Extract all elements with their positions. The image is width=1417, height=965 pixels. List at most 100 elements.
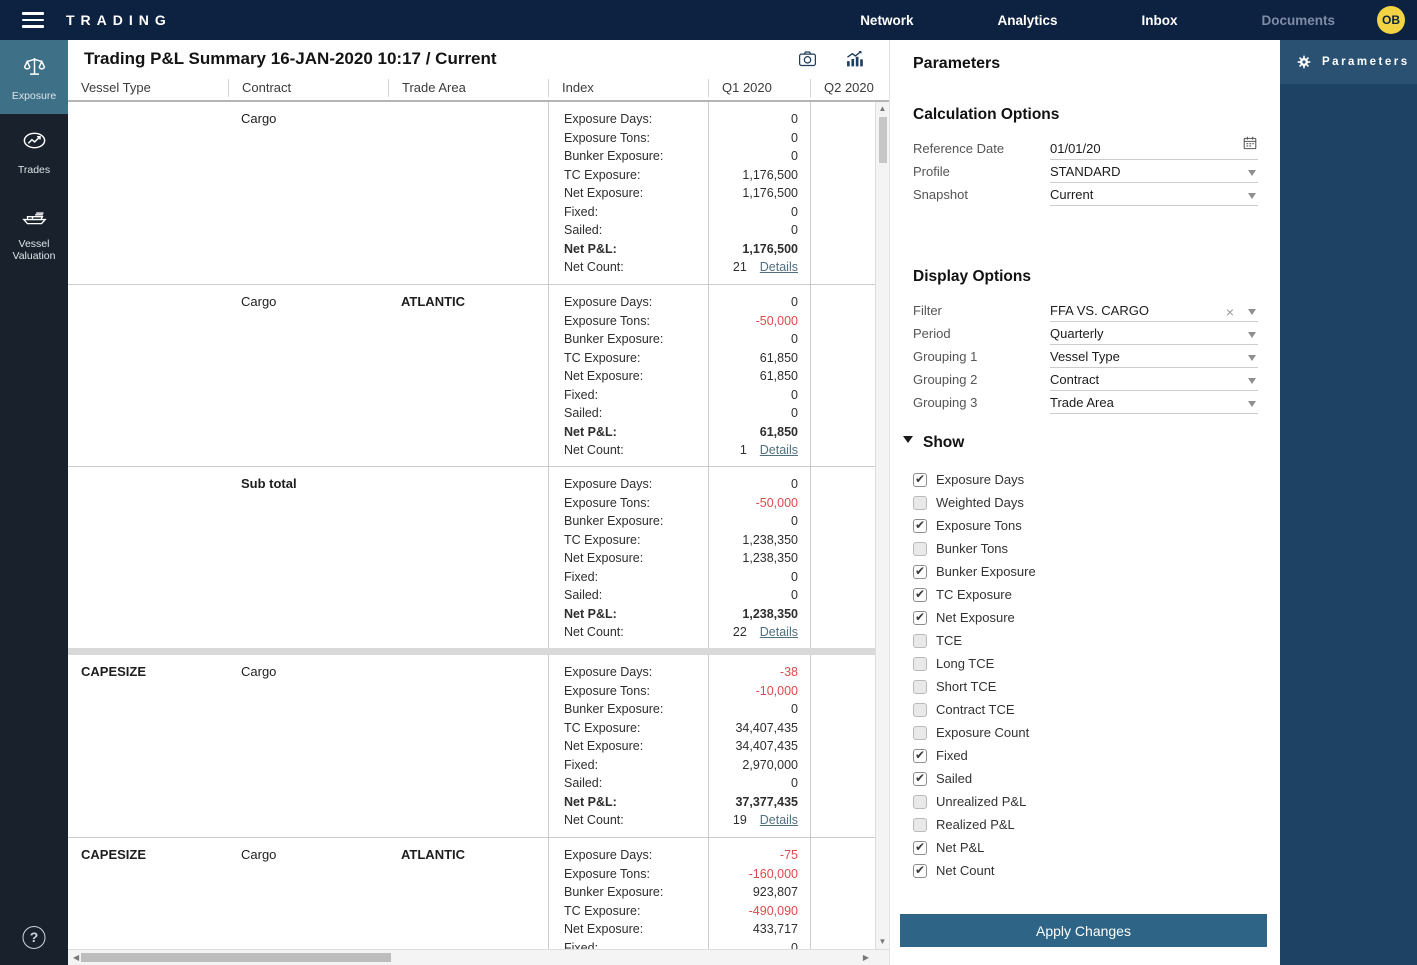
unchecked-checkbox-icon[interactable] bbox=[913, 633, 927, 648]
top-nav: Network Analytics Inbox Documents bbox=[818, 13, 1377, 28]
sidebar-item-trades[interactable]: Trades bbox=[0, 114, 68, 188]
checked-checkbox-icon[interactable] bbox=[913, 587, 927, 602]
field-control-grouping-3[interactable]: Trade Area bbox=[1050, 395, 1258, 414]
checkbox-sailed[interactable]: Sailed bbox=[913, 767, 1258, 790]
checked-checkbox-icon[interactable] bbox=[913, 771, 927, 786]
details-link[interactable]: Details bbox=[760, 811, 798, 830]
unchecked-checkbox-icon[interactable] bbox=[913, 702, 927, 717]
scroll-up-icon[interactable]: ▲ bbox=[876, 102, 889, 116]
field-control-profile[interactable]: STANDARD bbox=[1050, 164, 1258, 183]
contract-cell: Cargo bbox=[241, 111, 277, 126]
checkbox-label: Short TCE bbox=[936, 679, 997, 694]
scroll-down-icon[interactable]: ▼ bbox=[876, 935, 889, 949]
checked-checkbox-icon[interactable] bbox=[913, 518, 927, 533]
sidebar-item-exposure[interactable]: Exposure bbox=[0, 40, 68, 114]
checkbox-short-tce[interactable]: Short TCE bbox=[913, 675, 1258, 698]
checkbox-label: Unrealized P&L bbox=[936, 794, 1027, 809]
checkbox-exposure-count[interactable]: Exposure Count bbox=[913, 721, 1258, 744]
chevron-down-icon[interactable] bbox=[1248, 193, 1256, 199]
checkbox-net-exposure[interactable]: Net Exposure bbox=[913, 606, 1258, 629]
metric-label: Fixed: bbox=[564, 387, 599, 402]
unchecked-checkbox-icon[interactable] bbox=[913, 794, 927, 809]
unchecked-checkbox-icon[interactable] bbox=[913, 656, 927, 671]
metric-label: Exposure Days: bbox=[564, 848, 653, 862]
checkbox-weighted-days[interactable]: Weighted Days bbox=[913, 491, 1258, 514]
metric-value: 1,238,350 bbox=[742, 551, 798, 565]
vertical-scrollbar[interactable]: ▲ ▼ bbox=[875, 102, 889, 949]
chevron-down-icon[interactable] bbox=[1248, 401, 1256, 407]
unchecked-checkbox-icon[interactable] bbox=[913, 679, 927, 694]
field-control-grouping-1[interactable]: Vessel Type bbox=[1050, 349, 1258, 368]
vscroll-thumb[interactable] bbox=[878, 117, 887, 163]
unchecked-checkbox-icon[interactable] bbox=[913, 817, 927, 832]
scroll-left-icon[interactable]: ◀ bbox=[73, 950, 79, 965]
checked-checkbox-icon[interactable] bbox=[913, 863, 927, 878]
checkbox-bunker-tons[interactable]: Bunker Tons bbox=[913, 537, 1258, 560]
parameters-dock-tab[interactable]: Parameters bbox=[1280, 40, 1417, 84]
nav-inbox[interactable]: Inbox bbox=[1099, 13, 1219, 28]
checkbox-tce[interactable]: TCE bbox=[913, 629, 1258, 652]
clear-icon[interactable]: × bbox=[1226, 305, 1234, 319]
metric-label: Sailed: bbox=[564, 588, 603, 602]
metric-value: 1,176,500 bbox=[742, 241, 798, 256]
horizontal-scrollbar[interactable]: ◀ ▶ bbox=[68, 949, 889, 965]
nav-network[interactable]: Network bbox=[818, 13, 955, 28]
metric-value: 37,377,435 bbox=[735, 794, 798, 809]
trades-icon bbox=[21, 132, 48, 158]
details-link[interactable]: Details bbox=[760, 258, 798, 277]
metric-value: 0 bbox=[791, 477, 798, 491]
checkbox-exposure-days[interactable]: Exposure Days bbox=[913, 468, 1258, 491]
chevron-down-icon[interactable] bbox=[1248, 170, 1256, 176]
checkbox-net-count[interactable]: Net Count bbox=[913, 859, 1258, 882]
sidebar-item-label: Vessel Valuation bbox=[12, 238, 56, 262]
checkbox-bunker-exposure[interactable]: Bunker Exposure bbox=[913, 560, 1258, 583]
apply-changes-button[interactable]: Apply Changes bbox=[900, 914, 1267, 947]
chevron-down-icon[interactable] bbox=[1248, 378, 1256, 384]
checkbox-label: Contract TCE bbox=[936, 702, 1015, 717]
nav-documents[interactable]: Documents bbox=[1219, 13, 1377, 28]
metric-label: Net Exposure: bbox=[564, 922, 644, 936]
chevron-down-icon[interactable] bbox=[1248, 309, 1256, 315]
chevron-down-icon[interactable] bbox=[1248, 332, 1256, 338]
help-icon[interactable]: ? bbox=[22, 926, 46, 949]
chart-icon[interactable] bbox=[844, 48, 865, 69]
scroll-right-icon[interactable]: ▶ bbox=[863, 950, 869, 965]
sidebar-item-vessel-valuation[interactable]: Vessel Valuation bbox=[0, 188, 68, 274]
field-control-filter[interactable]: FFA VS. CARGO × bbox=[1050, 303, 1258, 322]
show-section-toggle[interactable]: Show bbox=[903, 434, 1258, 452]
menu-icon[interactable] bbox=[22, 8, 44, 32]
metric-label: TC Exposure: bbox=[564, 903, 641, 918]
metric-label: Net Exposure: bbox=[564, 186, 644, 200]
nav-analytics[interactable]: Analytics bbox=[955, 13, 1099, 28]
page-title: Trading P&L Summary 16-JAN-2020 10:17 / … bbox=[84, 49, 497, 68]
field-control-grouping-2[interactable]: Contract bbox=[1050, 372, 1258, 391]
unchecked-checkbox-icon[interactable] bbox=[913, 541, 927, 556]
checkbox-fixed[interactable]: Fixed bbox=[913, 744, 1258, 767]
checkbox-long-tce[interactable]: Long TCE bbox=[913, 652, 1258, 675]
hscroll-thumb[interactable] bbox=[81, 953, 391, 962]
field-control-reference-date[interactable]: 01/01/20 bbox=[1050, 135, 1258, 160]
field-control-period[interactable]: Quarterly bbox=[1050, 326, 1258, 345]
checkbox-tc-exposure[interactable]: TC Exposure bbox=[913, 583, 1258, 606]
checked-checkbox-icon[interactable] bbox=[913, 472, 927, 487]
checkbox-contract-tce[interactable]: Contract TCE bbox=[913, 698, 1258, 721]
unchecked-checkbox-icon[interactable] bbox=[913, 495, 927, 510]
camera-icon[interactable] bbox=[797, 48, 818, 69]
checkbox-exposure-tons[interactable]: Exposure Tons bbox=[913, 514, 1258, 537]
metric-value: -38 bbox=[779, 665, 798, 679]
checked-checkbox-icon[interactable] bbox=[913, 840, 927, 855]
checked-checkbox-icon[interactable] bbox=[913, 564, 927, 579]
avatar[interactable]: OB bbox=[1377, 6, 1405, 34]
details-link[interactable]: Details bbox=[760, 441, 798, 460]
chevron-down-icon[interactable] bbox=[1248, 355, 1256, 361]
details-link[interactable]: Details bbox=[760, 623, 798, 642]
unchecked-checkbox-icon[interactable] bbox=[913, 725, 927, 740]
checked-checkbox-icon[interactable] bbox=[913, 610, 927, 625]
checkbox-unrealized-p-l[interactable]: Unrealized P&L bbox=[913, 790, 1258, 813]
checkbox-realized-p-l[interactable]: Realized P&L bbox=[913, 813, 1258, 836]
calendar-icon[interactable] bbox=[1236, 135, 1258, 156]
table-body: Cargo Exposure Days: Exposure Tons: Bunker … bbox=[68, 102, 889, 949]
checked-checkbox-icon[interactable] bbox=[913, 748, 927, 763]
field-control-snapshot[interactable]: Current bbox=[1050, 187, 1258, 206]
checkbox-net-p-l[interactable]: Net P&L bbox=[913, 836, 1258, 859]
